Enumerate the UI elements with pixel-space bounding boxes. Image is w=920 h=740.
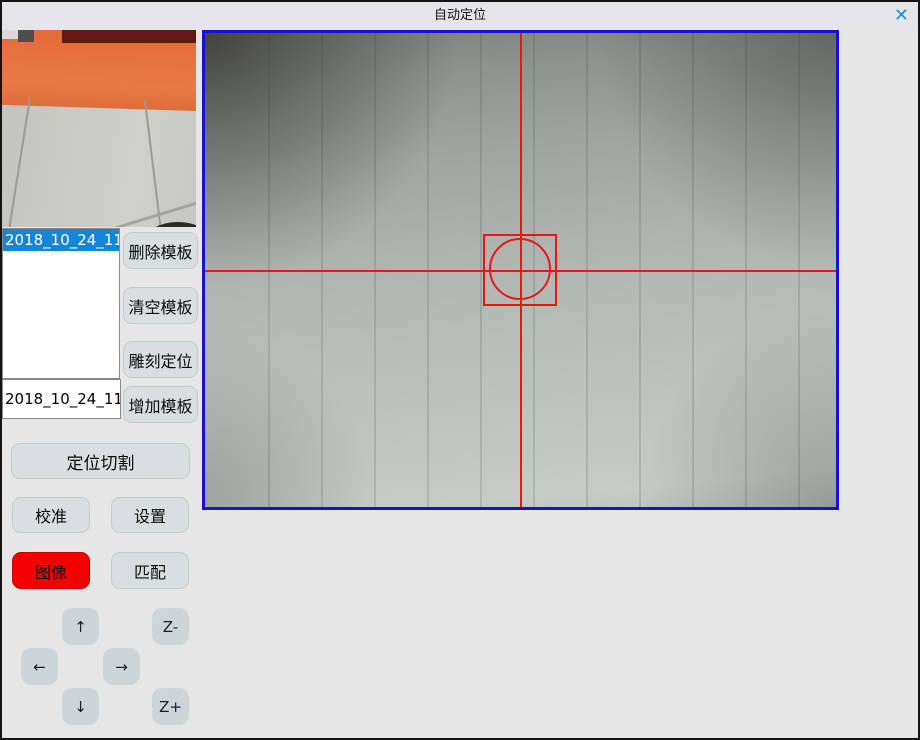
thumb-dark-patch [18, 30, 34, 42]
auto-position-dialog: 自动定位 ✕ 2018_10_24_11 删除模板 清空模板 雕刻定位 增加模板… [0, 0, 920, 740]
jog-down-button[interactable]: ↓ [62, 688, 99, 725]
template-name-field[interactable] [2, 379, 121, 419]
calibrate-button[interactable]: 校准 [12, 497, 90, 533]
thumb-dark-object [140, 222, 196, 227]
match-button[interactable]: 匹配 [111, 552, 189, 589]
dialog-title: 自动定位 [2, 2, 918, 29]
close-icon[interactable]: ✕ [894, 4, 909, 28]
delete-template-button[interactable]: 删除模板 [123, 232, 198, 269]
camera-view [202, 30, 839, 510]
image-button[interactable]: 图像 [12, 552, 90, 589]
roi-circle [489, 238, 551, 300]
thumb-tile-grout-line [144, 100, 162, 227]
clear-templates-button[interactable]: 清空模板 [123, 287, 198, 324]
jog-right-button[interactable]: → [103, 648, 140, 685]
titlebar: 自动定位 ✕ [2, 2, 918, 29]
position-cut-button[interactable]: 定位切割 [11, 443, 190, 479]
jog-z-minus-button[interactable]: Z- [152, 608, 189, 645]
add-template-button[interactable]: 增加模板 [123, 386, 198, 423]
jog-left-button[interactable]: ← [21, 648, 58, 685]
jog-z-plus-button[interactable]: Z+ [152, 688, 189, 725]
template-list-item[interactable]: 2018_10_24_11 [3, 229, 119, 251]
settings-button[interactable]: 设置 [111, 497, 189, 533]
jog-up-button[interactable]: ↑ [62, 608, 99, 645]
thumb-tile-grout-line [7, 99, 31, 227]
engrave-position-button[interactable]: 雕刻定位 [123, 341, 198, 378]
template-list[interactable]: 2018_10_24_11 [2, 228, 120, 379]
thumb-dark-red-strip [62, 30, 196, 43]
template-thumbnail [2, 30, 196, 227]
